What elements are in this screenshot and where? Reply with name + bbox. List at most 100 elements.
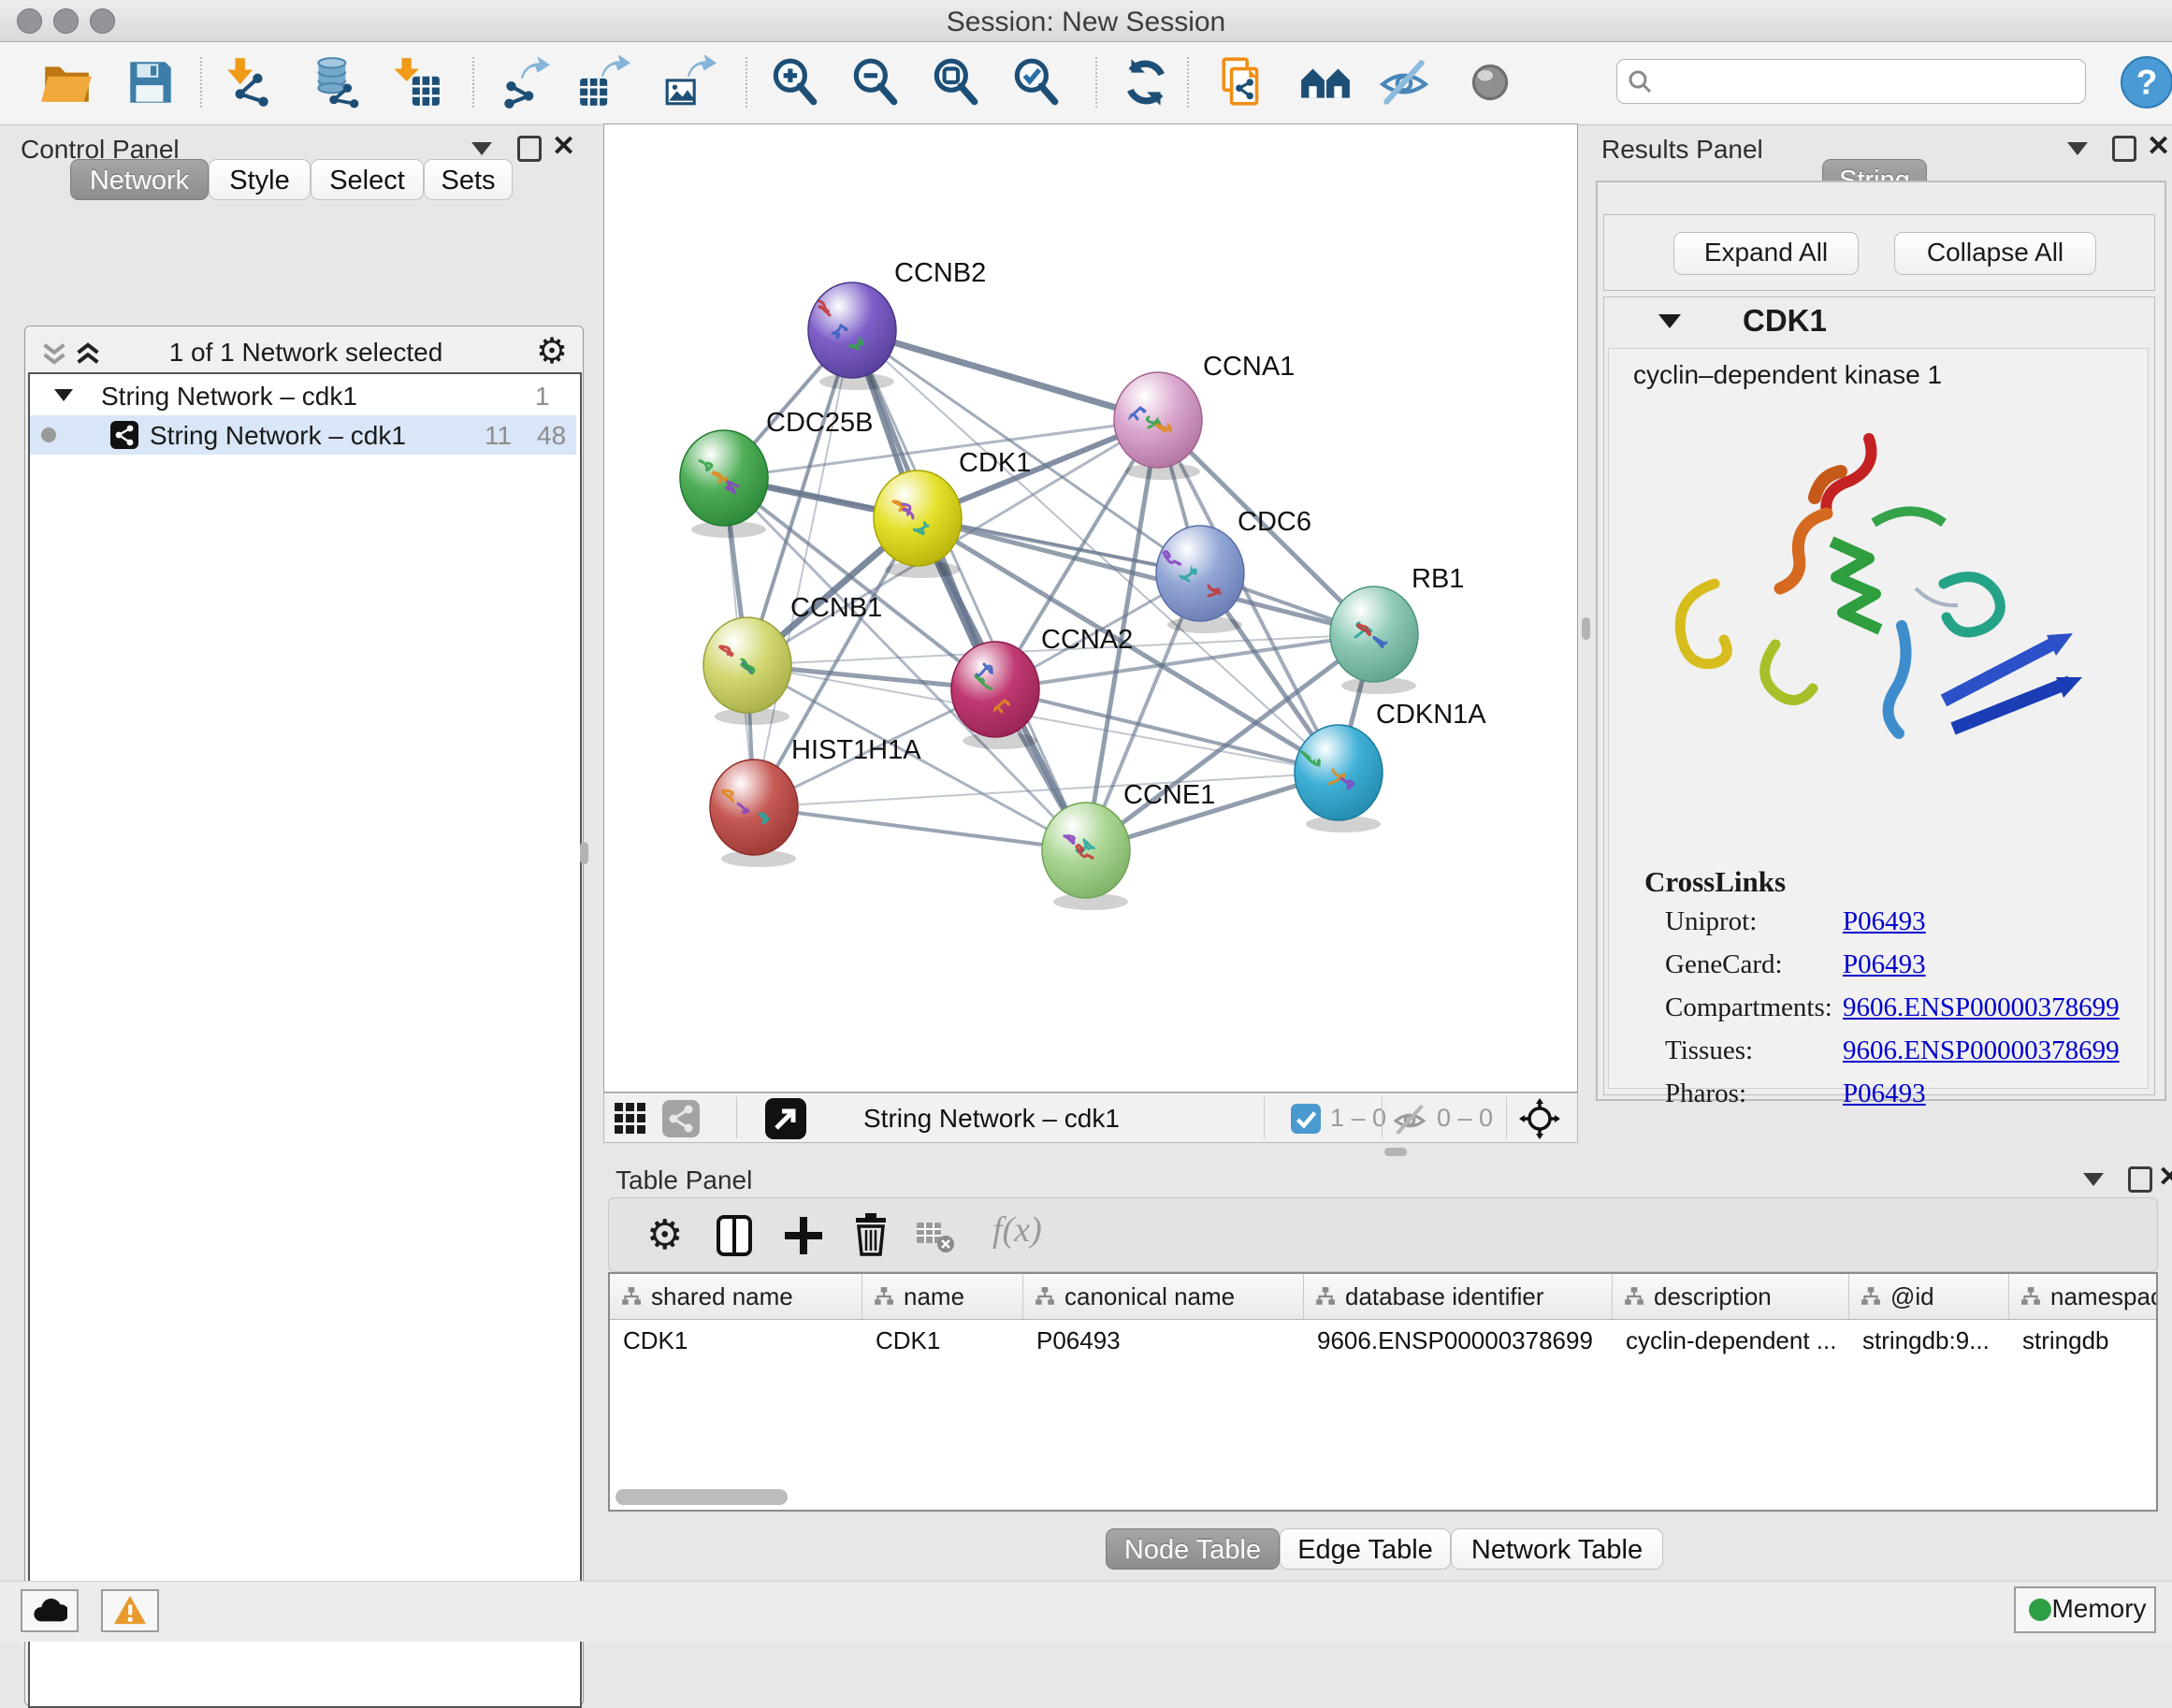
import-table-button[interactable]: [389, 55, 443, 109]
close-panel-icon[interactable]: ✕: [552, 135, 575, 159]
window-titlebar[interactable]: Session: New Session: [0, 0, 2172, 42]
column-header-id[interactable]: @id: [1849, 1274, 2009, 1319]
network-edge-CCNB2-CCNA1[interactable]: [852, 330, 1158, 420]
network-node-HIST1H1A[interactable]: [710, 760, 798, 867]
import-network-button[interactable]: [221, 55, 275, 109]
hide-unhide-button[interactable]: [1377, 55, 1431, 109]
float-panel-icon[interactable]: [2083, 1173, 2104, 1186]
network-node-CCNB1[interactable]: [703, 617, 791, 725]
cell-canonical-name[interactable]: P06493: [1036, 1319, 1298, 1368]
tab-select[interactable]: Select: [311, 159, 424, 200]
cell-database-identifier[interactable]: 9606.ENSP00000378699: [1317, 1319, 1607, 1368]
zoom-out-button[interactable]: [847, 55, 902, 109]
share-view-icon[interactable]: [662, 1100, 700, 1137]
column-header-database-identifier[interactable]: database identifier: [1304, 1274, 1613, 1319]
collapse-all-button[interactable]: Collapse All: [1894, 232, 2096, 275]
section-collapse-icon[interactable]: [1658, 314, 1681, 328]
crosslink-value-link[interactable]: P06493: [1843, 906, 1926, 937]
grid-mode-icon[interactable]: [614, 1102, 647, 1136]
node-table[interactable]: shared namenamecanonical namedatabase id…: [608, 1272, 2158, 1512]
network-edge-HIST1H1A-CCNE1[interactable]: [754, 807, 1086, 850]
close-panel-icon[interactable]: ✕: [2147, 135, 2170, 159]
export-table-button[interactable]: [576, 55, 630, 109]
column-header-namespace[interactable]: namespace: [2009, 1274, 2158, 1319]
table-options-gear-icon[interactable]: ⚙: [646, 1211, 683, 1259]
network-node-CCNB2[interactable]: [808, 282, 896, 390]
collapse-all-icon[interactable]: [40, 340, 68, 368]
network-node-CDC25B[interactable]: [680, 430, 768, 538]
create-column-icon[interactable]: [783, 1215, 824, 1256]
home-view-button[interactable]: [1298, 55, 1353, 109]
horizontal-splitter-handle[interactable]: [1384, 1148, 1407, 1156]
network-node-CDKN1A[interactable]: [1295, 725, 1383, 832]
open-in-window-icon[interactable]: [765, 1098, 806, 1139]
show-columns-icon[interactable]: [714, 1215, 755, 1256]
column-header-description[interactable]: description: [1613, 1274, 1849, 1319]
crosslink-value-link[interactable]: 9606.ENSP00000378699: [1843, 1035, 2120, 1066]
refresh-button[interactable]: [1119, 55, 1173, 109]
cell-namespace[interactable]: stringdb: [2022, 1319, 2158, 1368]
network-view-canvas[interactable]: CCNB2CCNA1CDC25BCDK1CDC6RB1CCNB1CCNA2CDK…: [603, 123, 1578, 1093]
help-button[interactable]: ?: [2120, 55, 2172, 109]
hidden-eye-icon[interactable]: [1392, 1102, 1427, 1137]
vertical-splitter-handle[interactable]: [1582, 617, 1590, 640]
network-edge-CCNB2-CCNE1[interactable]: [852, 330, 1086, 850]
network-node-RB1[interactable]: [1330, 586, 1418, 694]
export-image-button[interactable]: [662, 55, 717, 109]
search-input[interactable]: [1616, 59, 2086, 104]
network-options-gear-icon[interactable]: ⚙: [536, 330, 568, 372]
table-horizontal-scrollbar[interactable]: [615, 1489, 788, 1505]
float-panel-icon[interactable]: [2067, 142, 2088, 155]
undock-panel-icon[interactable]: [517, 136, 542, 162]
zoom-selected-button[interactable]: [1008, 55, 1063, 109]
undock-panel-icon[interactable]: [2112, 136, 2136, 162]
tree-expander-icon[interactable]: [54, 389, 73, 401]
crosslink-value-link[interactable]: 9606.ENSP00000378699: [1843, 992, 2120, 1023]
delete-column-icon[interactable]: [850, 1213, 891, 1256]
network-node-CDK1[interactable]: [874, 470, 962, 578]
expand-all-icon[interactable]: [74, 340, 102, 368]
column-header-name[interactable]: name: [862, 1274, 1023, 1319]
open-session-button[interactable]: [39, 55, 94, 109]
selected-checkbox-icon[interactable]: [1291, 1104, 1321, 1134]
tab-network-table[interactable]: Network Table: [1451, 1528, 1663, 1570]
float-panel-icon[interactable]: [471, 142, 492, 155]
close-panel-icon[interactable]: ✕: [2158, 1165, 2172, 1190]
show-graphics-button[interactable]: [1463, 55, 1517, 109]
network-node-CCNA1[interactable]: [1114, 372, 1202, 480]
vertical-splitter-handle[interactable]: [580, 842, 588, 864]
search-text-field[interactable]: [1662, 64, 2078, 97]
cell-id[interactable]: stringdb:9...: [1862, 1319, 2004, 1368]
birds-eye-toggle-icon[interactable]: [1519, 1098, 1560, 1139]
zoom-fit-button[interactable]: [928, 55, 982, 109]
network-graph[interactable]: CCNB2CCNA1CDC25BCDK1CDC6RB1CCNB1CCNA2CDK…: [604, 124, 1577, 1092]
function-builder-button[interactable]: f(x): [992, 1209, 1042, 1251]
cloud-status-button[interactable]: [21, 1589, 79, 1632]
expand-all-button[interactable]: Expand All: [1673, 232, 1859, 275]
tab-edge-table[interactable]: Edge Table: [1280, 1528, 1451, 1570]
cell-name[interactable]: CDK1: [876, 1319, 1018, 1368]
export-network-button[interactable]: [498, 55, 552, 109]
warnings-button[interactable]: [101, 1589, 159, 1632]
import-database-button[interactable]: [309, 55, 363, 109]
tab-sets[interactable]: Sets: [424, 159, 513, 200]
table-row[interactable]: CDK1CDK1P064939606.ENSP00000378699cyclin…: [610, 1319, 2158, 1360]
delete-table-icon[interactable]: [916, 1217, 957, 1254]
crosslink-value-link[interactable]: P06493: [1843, 949, 1926, 980]
crosslink-value-link[interactable]: P06493: [1843, 1078, 1926, 1109]
annotation-share-button[interactable]: [1216, 55, 1270, 109]
tab-network[interactable]: Network: [70, 159, 209, 200]
network-row-selected[interactable]: String Network – cdk1 11 48: [30, 415, 576, 455]
save-session-button[interactable]: [123, 55, 178, 109]
cell-shared-name[interactable]: CDK1: [623, 1319, 857, 1368]
network-collection-row[interactable]: String Network – cdk1 1: [30, 378, 576, 415]
zoom-in-button[interactable]: [767, 55, 821, 109]
memory-button[interactable]: Memory: [2014, 1586, 2156, 1633]
network-node-CCNE1[interactable]: [1042, 803, 1130, 910]
tab-node-table[interactable]: Node Table: [1106, 1528, 1280, 1570]
tab-style[interactable]: Style: [209, 159, 311, 200]
undock-panel-icon[interactable]: [2128, 1166, 2152, 1193]
column-header-canonical-name[interactable]: canonical name: [1023, 1274, 1304, 1319]
cell-description[interactable]: cyclin-dependent ...: [1626, 1319, 1844, 1368]
column-header-shared-name[interactable]: shared name: [610, 1274, 862, 1319]
